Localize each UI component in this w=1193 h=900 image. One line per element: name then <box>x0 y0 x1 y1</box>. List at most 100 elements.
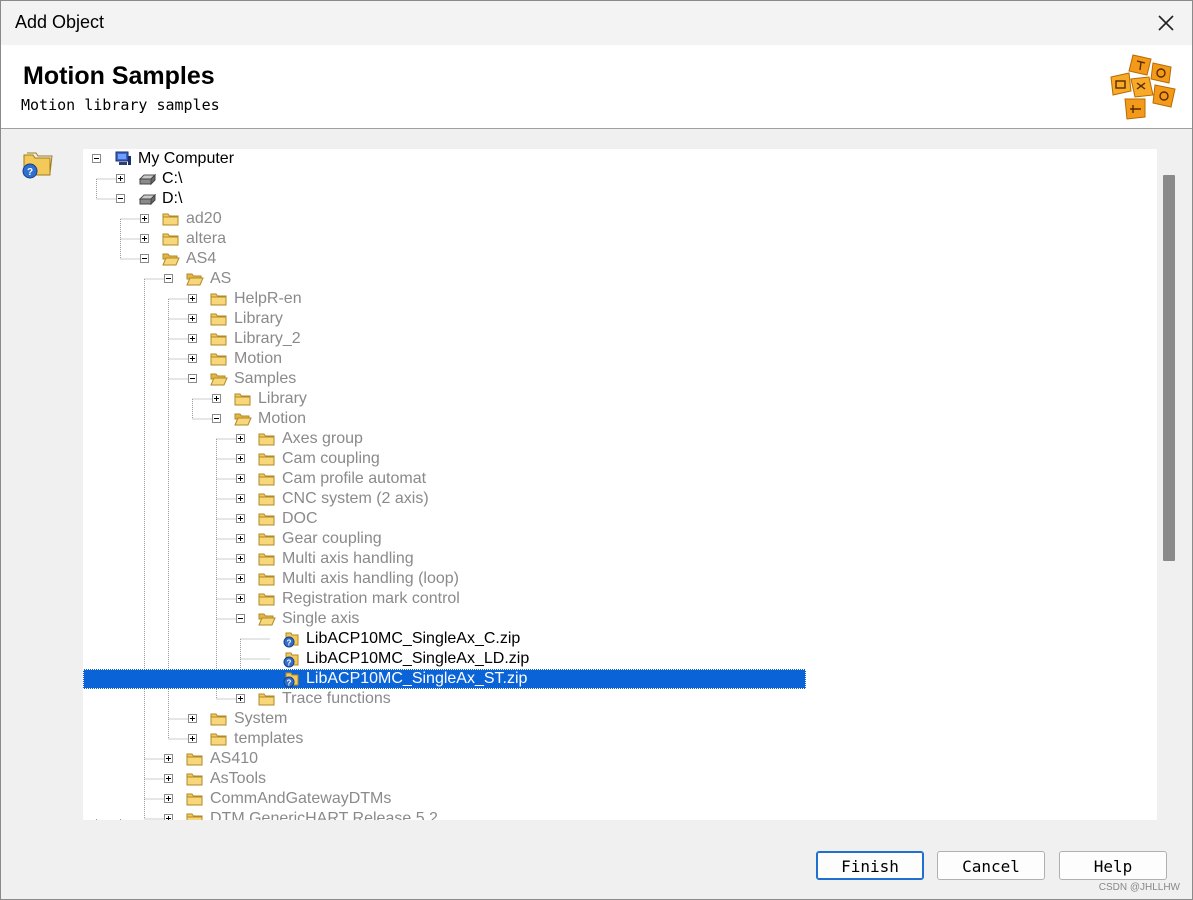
tree-node[interactable]: AS4 <box>83 249 1157 269</box>
expand-plus-icon[interactable] <box>164 754 173 763</box>
expand-plus-icon[interactable] <box>116 174 125 183</box>
tree-node[interactable]: altera <box>83 229 1157 249</box>
expand-plus-icon[interactable] <box>212 394 221 403</box>
tree-node-label: Library_2 <box>234 330 301 347</box>
tree-node[interactable]: AS <box>83 269 1157 289</box>
tree-node[interactable]: Library <box>83 389 1157 409</box>
expand-plus-icon[interactable] <box>236 534 245 543</box>
tree-node-label: AsTools <box>210 770 267 787</box>
tree-node[interactable]: Cam coupling <box>83 449 1157 469</box>
close-button[interactable] <box>1146 5 1186 41</box>
add-object-dialog: Add Object Motion Samples Motion library… <box>0 0 1193 900</box>
tree-node[interactable]: Motion <box>83 409 1157 429</box>
expand-plus-icon[interactable] <box>164 794 173 803</box>
folder-icon <box>186 790 204 808</box>
drive-icon <box>138 193 157 206</box>
expand-plus-icon[interactable] <box>236 594 245 603</box>
tree-node-label: ad20 <box>186 210 222 227</box>
tree-node[interactable]: C:\ <box>83 169 1157 189</box>
tree-node[interactable]: Library <box>83 309 1157 329</box>
folder-open-icon <box>258 610 276 628</box>
tree-node[interactable]: Trace functions <box>83 689 1157 709</box>
tree-node[interactable]: Multi axis handling (loop) <box>83 569 1157 589</box>
tree-node[interactable]: Single axis <box>83 609 1157 629</box>
folder-icon <box>258 430 276 448</box>
help-button[interactable]: Help <box>1059 851 1167 880</box>
tree-node-label: Multi axis handling <box>282 550 414 567</box>
tree-node[interactable]: Gear coupling <box>83 529 1157 549</box>
close-icon <box>1158 15 1174 31</box>
expand-plus-icon[interactable] <box>164 774 173 783</box>
tree-node[interactable]: Samples <box>83 369 1157 389</box>
tree-node[interactable]: ? LibACP10MC_SingleAx_LD.zip <box>83 649 1157 669</box>
folder-icon <box>210 330 228 348</box>
tree-node[interactable]: Library_2 <box>83 329 1157 349</box>
tree-node[interactable]: CommAndGatewayDTMs <box>83 789 1157 809</box>
folder-icon <box>210 313 227 326</box>
expand-plus-icon[interactable] <box>188 714 197 723</box>
tree-node[interactable]: Cam profile automat <box>83 469 1157 489</box>
expand-plus-icon[interactable] <box>188 734 197 743</box>
folder-icon <box>258 693 275 706</box>
expand-plus-icon[interactable] <box>164 814 173 820</box>
tree-node[interactable]: DTM GenericHART Release 5.2 <box>83 809 1157 820</box>
page-title: Motion Samples <box>23 62 215 90</box>
tree-node[interactable]: CNC system (2 axis) <box>83 489 1157 509</box>
expand-plus-icon[interactable] <box>236 474 245 483</box>
tree-node[interactable]: AS410 <box>83 749 1157 769</box>
tree-node-label: C:\ <box>162 170 183 187</box>
expand-plus-icon[interactable] <box>188 294 197 303</box>
tree-node[interactable]: My Computer <box>83 149 1157 169</box>
folder-icon <box>258 470 276 488</box>
cancel-button[interactable]: Cancel <box>937 851 1045 880</box>
expand-plus-icon[interactable] <box>188 314 197 323</box>
svg-text:?: ? <box>287 679 292 688</box>
tree-node[interactable]: Registration mark control <box>83 589 1157 609</box>
collapse-minus-icon[interactable] <box>236 614 245 623</box>
expand-plus-icon[interactable] <box>140 214 149 223</box>
folder-icon <box>234 393 251 406</box>
collapse-minus-icon[interactable] <box>212 414 221 423</box>
collapse-minus-icon[interactable] <box>188 374 197 383</box>
tree-node[interactable]: Multi axis handling <box>83 549 1157 569</box>
file-tree[interactable]: My Computer C:\ D:\ ad20 altera AS4 AS HelpR-en… <box>83 149 1157 820</box>
folder-icon <box>186 750 204 768</box>
tree-node-label: Motion <box>258 410 307 427</box>
tree-node[interactable]: AsTools <box>83 769 1157 789</box>
tree-node[interactable]: D:\ <box>83 189 1157 209</box>
folder-icon <box>258 513 275 526</box>
tree-node-label: Registration mark control <box>282 590 460 607</box>
tree-node[interactable]: HelpR-en <box>83 289 1157 309</box>
expand-plus-icon[interactable] <box>188 354 197 363</box>
expand-plus-icon[interactable] <box>236 514 245 523</box>
tree-node[interactable]: Motion <box>83 349 1157 369</box>
tree-node[interactable]: ? LibACP10MC_SingleAx_C.zip <box>83 629 1157 649</box>
dialog-footer: Finish Cancel Help CSDN @JHLLHW <box>1 831 1192 899</box>
expand-plus-icon[interactable] <box>236 574 245 583</box>
expand-plus-icon[interactable] <box>236 554 245 563</box>
tree-node[interactable]: DOC <box>83 509 1157 529</box>
watermark: CSDN @JHLLHW <box>1098 882 1180 893</box>
tree-scrollbar[interactable] <box>1157 149 1179 820</box>
tree-node[interactable]: ad20 <box>83 209 1157 229</box>
expand-plus-icon[interactable] <box>188 334 197 343</box>
collapse-minus-icon[interactable] <box>116 194 125 203</box>
collapse-minus-icon[interactable] <box>92 154 101 163</box>
folder-icon <box>258 510 276 528</box>
drive-icon <box>138 190 157 208</box>
tree-node[interactable]: templates <box>83 729 1157 749</box>
tree-node[interactable]: ? LibACP10MC_SingleAx_ST.zip <box>83 669 1157 689</box>
expand-plus-icon[interactable] <box>236 694 245 703</box>
collapse-minus-icon[interactable] <box>164 274 173 283</box>
expand-plus-icon[interactable] <box>236 454 245 463</box>
expand-plus-icon[interactable] <box>140 234 149 243</box>
scroll-thumb[interactable] <box>1163 175 1175 561</box>
tree-node[interactable]: System <box>83 709 1157 729</box>
expand-plus-icon[interactable] <box>236 494 245 503</box>
finish-button[interactable]: Finish <box>816 851 924 880</box>
tree-node[interactable]: Axes group <box>83 429 1157 449</box>
collapse-minus-icon[interactable] <box>140 254 149 263</box>
expand-plus-icon[interactable] <box>236 434 245 443</box>
folder-icon <box>210 733 227 746</box>
folder-icon <box>162 230 180 248</box>
